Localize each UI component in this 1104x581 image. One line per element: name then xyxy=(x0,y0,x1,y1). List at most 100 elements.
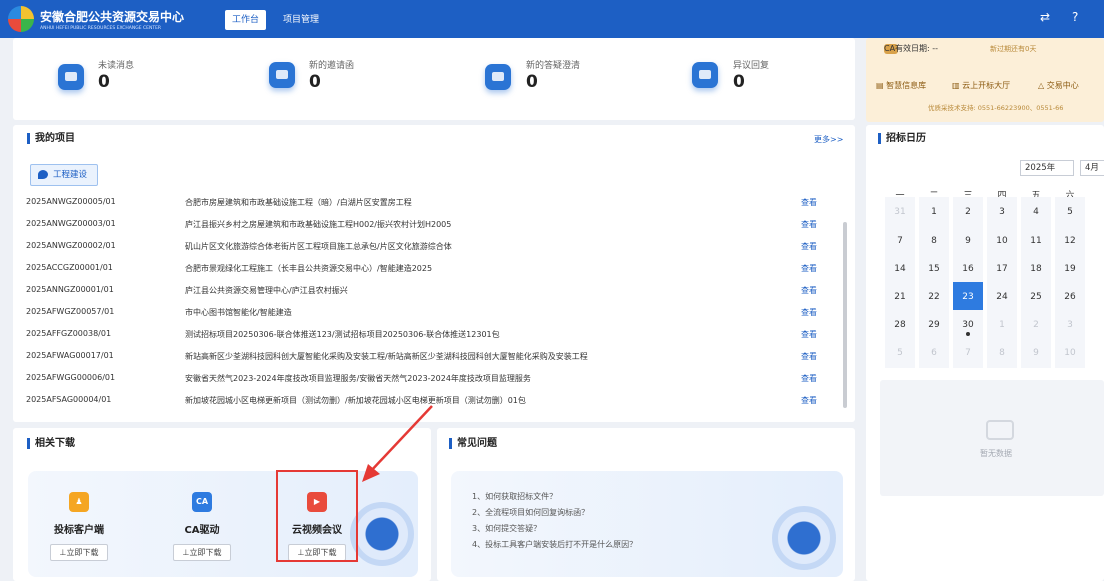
projects-more-link[interactable]: 更多>> xyxy=(814,134,843,145)
project-code: 2025AFFGZ00038/01 xyxy=(26,329,112,338)
calendar-day[interactable]: 6 xyxy=(919,338,949,368)
faq-item[interactable]: 1、如何获取招标文件？ xyxy=(472,491,557,502)
library-icon: ▤ xyxy=(876,81,887,90)
calendar-day[interactable]: 21 xyxy=(885,282,915,312)
empty-box-icon xyxy=(986,420,1014,440)
calendar-day[interactable]: 25 xyxy=(1021,282,1051,312)
download-name: CA驱动 xyxy=(184,525,220,536)
view-link[interactable]: 查看 xyxy=(801,373,817,384)
calendar-day[interactable]: 1 xyxy=(987,310,1017,340)
calendar-day[interactable]: 11 xyxy=(1021,226,1051,256)
calendar-day[interactable]: 3 xyxy=(1055,310,1085,340)
bidder-client-icon: ♟ xyxy=(69,492,89,512)
calendar-day[interactable]: 8 xyxy=(987,338,1017,368)
calendar-day[interactable]: 7 xyxy=(953,338,983,368)
project-code: 2025AFWGG00006/01 xyxy=(26,373,116,382)
logo-subtitle: ANHUI HEFEI PUBLIC RESOURCES EXCHANGE CE… xyxy=(40,25,162,31)
calendar-day[interactable]: 3 xyxy=(987,197,1017,227)
download-name: 投标客户端 xyxy=(54,525,104,536)
invitation-icon xyxy=(269,62,295,88)
calendar-day[interactable]: 8 xyxy=(919,226,949,256)
calendar-day[interactable]: 24 xyxy=(987,282,1017,312)
calendar-day[interactable]: 14 xyxy=(885,254,915,284)
tab-project-management[interactable]: 项目管理 xyxy=(276,10,326,30)
view-link[interactable]: 查看 xyxy=(801,197,817,208)
link-exchange-center[interactable]: △ 交易中心 xyxy=(1038,80,1079,91)
calendar-day[interactable]: 10 xyxy=(987,226,1017,256)
calendar-day-today[interactable]: 23 xyxy=(953,282,983,312)
calendar-day[interactable]: 26 xyxy=(1055,282,1085,312)
project-name: 合肥市景观绿化工程施工（长丰县公共资源交易中心）/智能建造2025 xyxy=(185,264,433,273)
help-icon[interactable]: ? xyxy=(1072,10,1078,24)
calendar-day[interactable]: 31 xyxy=(885,197,915,227)
table-row: 2025ACCGZ00001/01 合肥市景观绿化工程施工（长丰县公共资源交易中心… xyxy=(0,257,840,279)
download-item-ca-driver: CA CA驱动 ⊥立即下载 xyxy=(167,492,237,561)
calendar-day[interactable]: 16 xyxy=(953,254,983,284)
ca-support: 优质采技术支持: 0551-66223900、0551-66 xyxy=(928,104,1064,112)
view-link[interactable]: 查看 xyxy=(801,329,817,340)
download-item-bidder-client: ♟ 投标客户端 ⊥立即下载 xyxy=(44,492,114,561)
calendar-day[interactable]: 28 xyxy=(885,310,915,340)
faq-item[interactable]: 3、如何提交答疑？ xyxy=(472,523,541,534)
calendar-day[interactable]: 29 xyxy=(919,310,949,340)
stat-value-qa[interactable]: 0 xyxy=(526,72,538,92)
calendar-day[interactable]: 18 xyxy=(1021,254,1051,284)
calendar-day[interactable]: 5 xyxy=(885,338,915,368)
calendar-day[interactable]: 5 xyxy=(1055,197,1085,227)
projects-scrollbar[interactable] xyxy=(843,222,847,408)
project-code: 2025ANWGZ00002/01 xyxy=(26,241,116,250)
calendar-day[interactable]: 12 xyxy=(1055,226,1085,256)
download-button[interactable]: ⊥立即下载 xyxy=(50,544,108,561)
calendar-day[interactable]: 30 xyxy=(953,310,983,340)
calendar-day[interactable]: 9 xyxy=(1021,338,1051,368)
calendar-day[interactable]: 19 xyxy=(1055,254,1085,284)
stats-card xyxy=(13,38,855,120)
view-link[interactable]: 查看 xyxy=(801,395,817,406)
tab-workbench[interactable]: 工作台 xyxy=(225,10,267,30)
view-link[interactable]: 查看 xyxy=(801,307,817,318)
download-button[interactable]: ⊥立即下载 xyxy=(173,544,231,561)
stat-label-qa: 新的答疑澄清 xyxy=(526,61,581,71)
view-link[interactable]: 查看 xyxy=(801,241,817,252)
stat-value-invitation[interactable]: 0 xyxy=(309,72,321,92)
calendar-day[interactable]: 7 xyxy=(885,226,915,256)
calendar-day[interactable]: 4 xyxy=(1021,197,1051,227)
project-name: 新站高新区少荃湖科技园科创大厦智能化采购及安装工程/新站高新区少荃湖科技园科创大… xyxy=(185,352,588,361)
project-code: 2025AFWGZ00057/01 xyxy=(26,307,115,316)
calendar-day[interactable]: 15 xyxy=(919,254,949,284)
objection-icon xyxy=(692,62,718,88)
calendar-day[interactable]: 2 xyxy=(953,197,983,227)
year-select[interactable]: 2025年 xyxy=(1020,160,1074,176)
calendar-day[interactable]: 9 xyxy=(953,226,983,256)
view-link[interactable]: 查看 xyxy=(801,263,817,274)
project-code: 2025ANWGZ00003/01 xyxy=(26,219,116,228)
table-row: 2025AFWGG00006/01 安徽省天然气2023-2024年度技改项目监理… xyxy=(0,367,840,389)
link-cloud-hall[interactable]: ▥ 云上开标大厅 xyxy=(952,80,1010,91)
calendar-day[interactable]: 17 xyxy=(987,254,1017,284)
link-smart-library[interactable]: ▤ 智慧信息库 xyxy=(876,80,926,91)
calendar-empty-text: 暂无数据 xyxy=(980,449,1012,458)
switch-icon[interactable]: ⇄ xyxy=(1040,10,1050,24)
calendar-day[interactable]: 2 xyxy=(1021,310,1051,340)
link-smart-library-label: 智慧信息库 xyxy=(886,81,927,90)
faq-item[interactable]: 2、全流程项目如何回复询标函？ xyxy=(472,507,589,518)
view-link[interactable]: 查看 xyxy=(801,285,817,296)
ca-expiry: CA有效日期: -- xyxy=(884,44,939,53)
stat-value-objection[interactable]: 0 xyxy=(733,72,745,92)
tab-engineering[interactable]: 工程建设 xyxy=(30,164,98,186)
logo[interactable]: 安徽合肥公共资源交易中心 ANHUI HEFEI PUBLIC RESOURCE… xyxy=(8,6,184,32)
project-name: 庐江县振兴乡村之房屋建筑和市政基础设施工程H002/振兴农村计划H2005 xyxy=(185,220,452,229)
month-select[interactable]: 4月 xyxy=(1080,160,1104,176)
stat-value-unread[interactable]: 0 xyxy=(98,72,110,92)
table-row: 2025ANWGZ00005/01 合肥市房屋建筑和市政基础设施工程（暗）/白湖片… xyxy=(0,191,840,213)
view-link[interactable]: 查看 xyxy=(801,351,817,362)
faq-item[interactable]: 4、投标工具客户端安装后打不开是什么原因？ xyxy=(472,539,637,550)
calendar-day[interactable]: 1 xyxy=(919,197,949,227)
view-link[interactable]: 查看 xyxy=(801,219,817,230)
project-code: 2025ANWGZ00005/01 xyxy=(26,197,116,206)
qa-icon xyxy=(485,64,511,90)
calendar-day[interactable]: 10 xyxy=(1055,338,1085,368)
exchange-center-icon: △ xyxy=(1038,81,1047,90)
calendar-day[interactable]: 22 xyxy=(919,282,949,312)
project-name: 市中心图书馆智能化/智能建造 xyxy=(185,308,292,317)
